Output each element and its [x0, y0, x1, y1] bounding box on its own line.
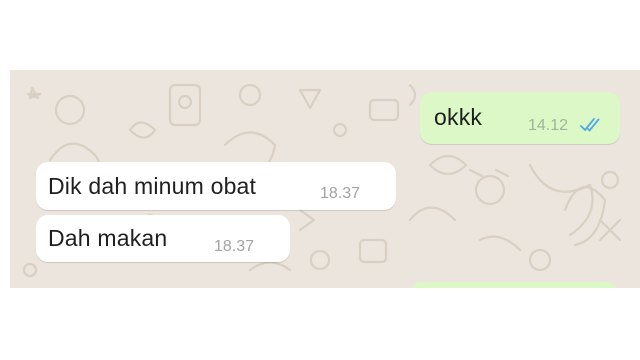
message-text: Dik dah minum obat — [48, 173, 257, 199]
message-bubble-outgoing-partial[interactable] — [410, 282, 618, 288]
message-bubble-incoming[interactable]: Dik dah minum obat 18.37 — [36, 162, 396, 210]
chat-area[interactable]: okkk 14.12 Dik dah minum obat 18.37 Dah … — [10, 70, 640, 288]
message-bubble-outgoing[interactable]: okkk 14.12 — [420, 92, 620, 144]
screenshot-page: okkk 14.12 Dik dah minum obat 18.37 Dah … — [0, 0, 640, 360]
message-text: Dah makan — [48, 225, 168, 251]
message-time: 18.37 — [320, 185, 361, 202]
message-time: 14.12 — [528, 117, 569, 134]
message-text: okkk — [434, 104, 483, 130]
message-bubble-incoming[interactable]: Dah makan 18.37 — [36, 215, 290, 262]
message-time: 18.37 — [214, 238, 255, 255]
double-check-read-icon — [580, 118, 600, 132]
